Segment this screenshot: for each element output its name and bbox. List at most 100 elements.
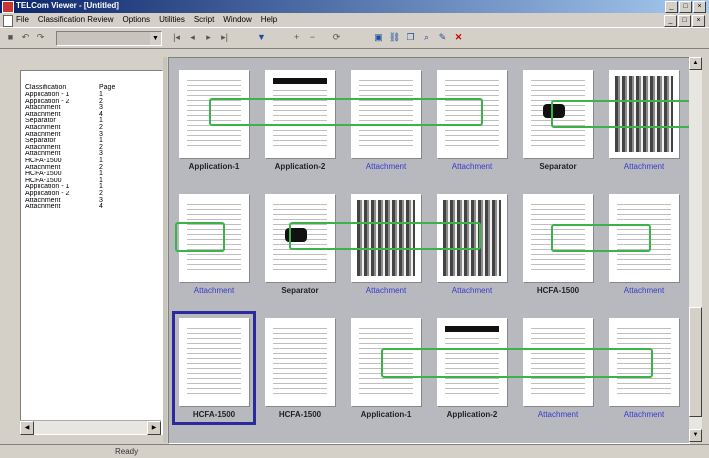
document-group-highlight (209, 98, 483, 126)
scroll-up-icon[interactable]: ▲ (689, 57, 702, 70)
list-item-classification: HCFA-1500 (25, 157, 62, 164)
horizontal-scrollbar[interactable]: ◀ ▶ (20, 420, 161, 435)
list-item[interactable]: Attachment 4 (21, 110, 162, 119)
list-item[interactable]: HCFA-1500 1 (21, 170, 162, 178)
list-item-classification: Application - 2 (25, 190, 70, 197)
thumbnail-label: Attachment (537, 410, 579, 419)
filter-icon[interactable]: ▼ (255, 31, 268, 44)
list-item[interactable]: Attachment 2 (21, 164, 162, 172)
scan-icon[interactable]: ▣ (372, 31, 385, 44)
list-item-page: 4 (99, 110, 103, 118)
menu-utilities[interactable]: Utilities (159, 15, 185, 24)
thumbnail-label: Application-2 (274, 162, 326, 171)
list-item-page: 1 (99, 156, 103, 164)
document-group-highlight (175, 222, 225, 252)
list-item-page: 1 (99, 91, 103, 98)
thumbnail-label: Application-1 (188, 162, 240, 171)
maximize-button[interactable]: □ (679, 1, 692, 13)
column-header-classification[interactable]: Classification (25, 84, 99, 91)
list-item[interactable]: Attachment 3 (21, 131, 162, 139)
list-item-classification: Attachment (25, 111, 61, 118)
list-item-classification: Application - 1 (25, 92, 70, 98)
pane-splitter[interactable] (163, 57, 167, 442)
list-item-classification: HCFA-1500 (25, 177, 62, 184)
thumbnail-tile[interactable]: HCFA-1500 (265, 318, 335, 419)
list-item-page: 1 (99, 137, 103, 145)
thumbnail-label: Separator (281, 286, 319, 295)
list-item-page: 3 (99, 196, 103, 204)
list-item-classification: Attachment (25, 151, 61, 158)
list-item-page: 2 (99, 97, 103, 105)
minimize-button[interactable]: _ (665, 1, 678, 13)
child-close-button[interactable]: × (692, 15, 705, 27)
thumbnail-label: Separator (539, 162, 577, 171)
list-item[interactable]: Attachment 3 (21, 104, 162, 112)
menu-window[interactable]: Window (223, 15, 251, 24)
scroll-thumb[interactable] (689, 307, 702, 417)
list-item-classification: Attachment (25, 164, 61, 171)
nav-last-icon[interactable]: ▸| (218, 31, 231, 44)
nav-first-icon[interactable]: |◂ (170, 31, 183, 44)
thumbnail-view[interactable]: Application-1 Application-2 Attachment Atta… (168, 57, 691, 444)
list-item[interactable]: Separator 1 (21, 118, 162, 125)
list-item[interactable]: HCFA-1500 1 (21, 156, 162, 165)
chevron-down-icon[interactable]: ▼ (150, 32, 161, 45)
link-icon[interactable]: ⛓ (388, 31, 401, 44)
edit-icon[interactable]: ✎ (436, 31, 449, 44)
menu-script[interactable]: Script (194, 15, 214, 24)
status-text: Ready (115, 447, 139, 456)
list-item[interactable]: Attachment 3 (21, 151, 162, 158)
thumbnail-label: Attachment (451, 162, 493, 171)
menu-help[interactable]: Help (261, 15, 277, 24)
zoom-in-icon[interactable]: + (290, 31, 303, 44)
child-restore-button[interactable]: □ (678, 15, 691, 27)
close-button[interactable]: × (693, 1, 706, 13)
list-item-page: 1 (99, 176, 103, 184)
scroll-left-icon[interactable]: ◀ (20, 421, 34, 435)
document-icon[interactable] (3, 15, 13, 27)
save-icon[interactable]: ■ (4, 31, 17, 44)
page-combo[interactable]: ▼ (56, 31, 162, 46)
list-item-classification: Separator (25, 118, 56, 125)
thumbnail-label: Application-2 (446, 410, 498, 419)
search-icon[interactable]: ⌕ (420, 31, 433, 44)
thumbnail-tile[interactable]: HCFA-1500 (172, 311, 256, 425)
rotate-icon[interactable]: ⟳ (330, 31, 343, 44)
column-header-page[interactable]: Page (99, 84, 129, 91)
list-item[interactable]: HCFA-1500 1 (21, 176, 162, 185)
scroll-down-icon[interactable]: ▼ (689, 429, 702, 442)
list-item[interactable]: Application - 1 1 (21, 184, 162, 191)
list-item[interactable]: Attachment 2 (21, 144, 162, 152)
list-item[interactable]: Separator 1 (21, 137, 162, 145)
nav-next-icon[interactable]: ▸ (202, 31, 215, 44)
classification-list[interactable]: Classification Page Application - 1 1 Appl… (20, 70, 163, 435)
list-item-classification: Application - 2 (25, 98, 70, 105)
scroll-right-icon[interactable]: ▶ (147, 421, 161, 435)
page-thumbnail (265, 318, 335, 406)
list-item[interactable]: Attachment 3 (21, 196, 162, 205)
undo-icon[interactable]: ↶ (19, 31, 32, 44)
copy-icon[interactable]: ❐ (404, 31, 417, 44)
list-item-page: 2 (99, 189, 103, 197)
list-item[interactable]: Attachment 2 (21, 123, 162, 132)
menu-file[interactable]: File (16, 15, 29, 24)
zoom-out-icon[interactable]: − (306, 31, 319, 44)
thumbnail-label: HCFA-1500 (192, 410, 236, 419)
menu-classification-review[interactable]: Classification Review (38, 15, 114, 24)
document-group-highlight (551, 100, 691, 128)
nav-prev-icon[interactable]: ◂ (186, 31, 199, 44)
list-item[interactable]: Attachment 4 (21, 203, 162, 211)
menu-options[interactable]: Options (122, 15, 150, 24)
redo-icon[interactable]: ↷ (34, 31, 47, 44)
list-item[interactable]: Application - 2 2 (21, 189, 162, 198)
app-icon[interactable] (2, 1, 14, 13)
child-minimize-button[interactable]: _ (664, 15, 677, 27)
window-title: TELCom Viewer - [Untitled] (16, 1, 119, 10)
list-item[interactable]: Application - 2 2 (21, 97, 162, 106)
delete-icon[interactable]: ✕ (452, 31, 465, 44)
vertical-scrollbar[interactable]: ▲ ▼ (689, 57, 702, 442)
status-bar: Ready (0, 444, 709, 458)
list-item-page: 2 (99, 123, 103, 131)
thumbnail-label: Attachment (365, 286, 407, 295)
list-item[interactable]: Application - 1 1 (21, 91, 162, 99)
